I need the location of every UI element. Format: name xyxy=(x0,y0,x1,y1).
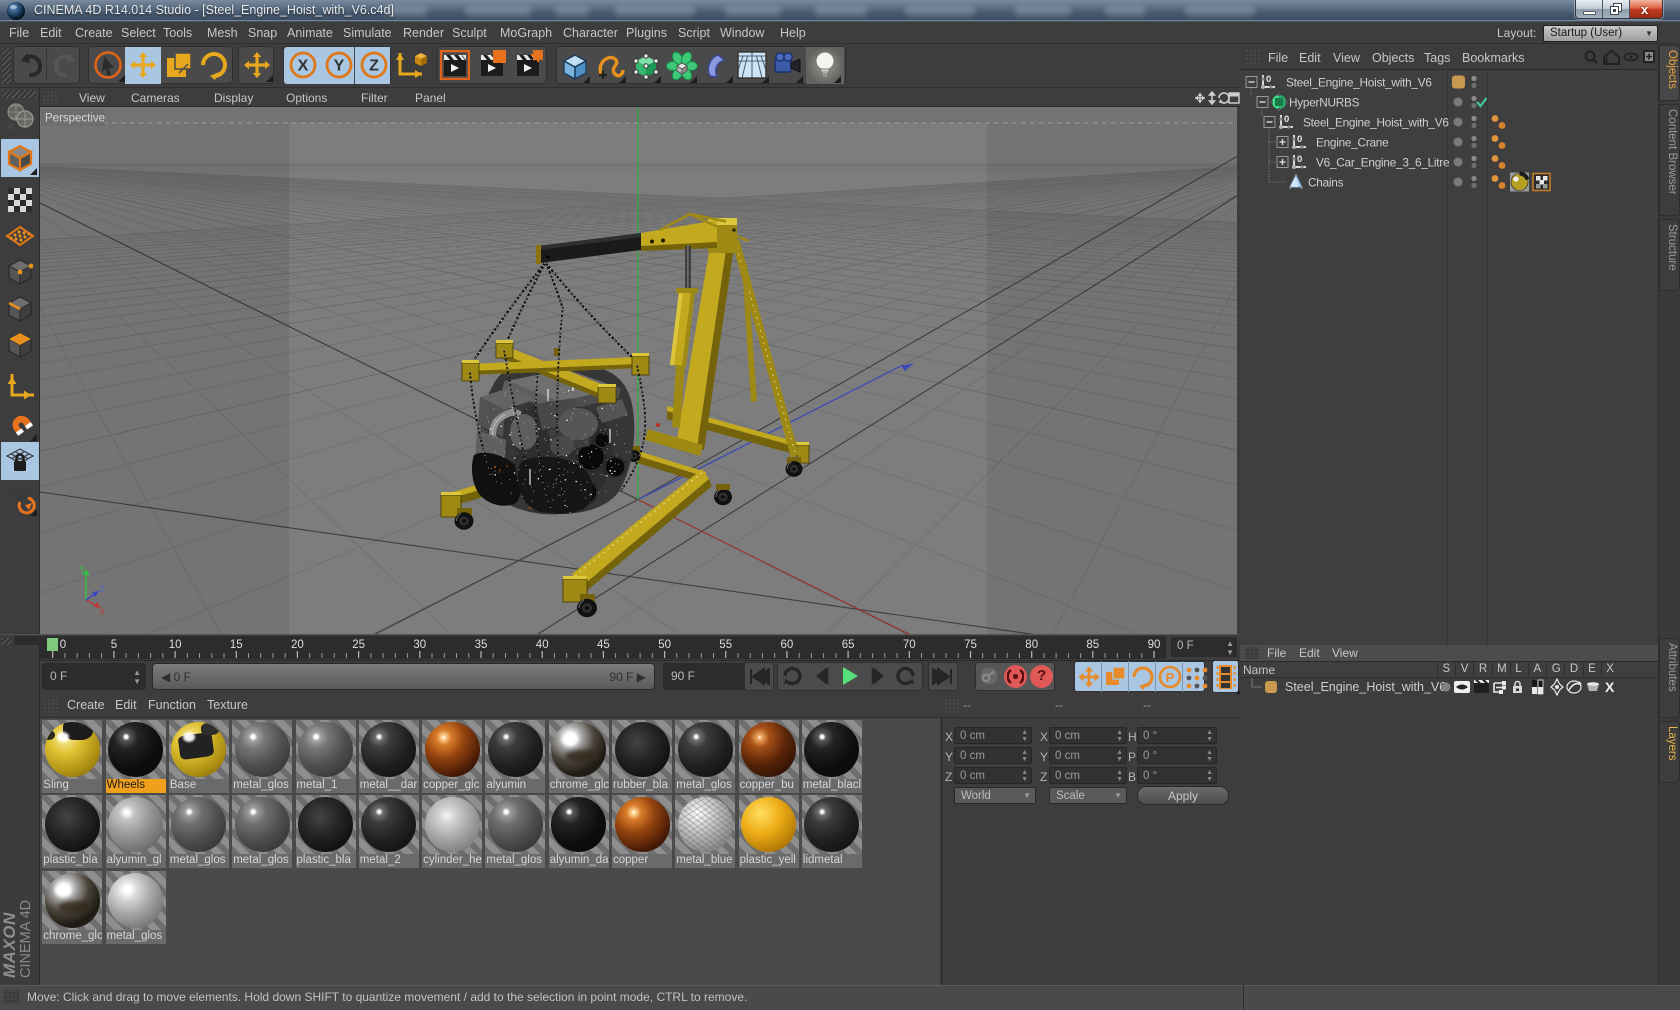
svg-text:10: 10 xyxy=(169,639,182,651)
svg-text:0: 0 xyxy=(1266,74,1271,85)
svg-text:P: P xyxy=(1166,670,1175,685)
svg-text:35: 35 xyxy=(475,639,488,651)
svg-text:70: 70 xyxy=(903,639,916,651)
svg-text:65: 65 xyxy=(842,639,855,651)
svg-text:50: 50 xyxy=(658,639,671,651)
svg-text:0: 0 xyxy=(1297,134,1302,145)
svg-text:40: 40 xyxy=(536,639,549,651)
svg-text:Steel_Engine_Hoist_with_V6: Steel_Engine_Hoist_with_V6 xyxy=(1285,680,1446,694)
svg-text:X: X xyxy=(298,58,309,75)
svg-text:45: 45 xyxy=(597,639,610,651)
svg-text:Y: Y xyxy=(333,58,344,75)
svg-text:0: 0 xyxy=(60,639,66,651)
svg-text:80: 80 xyxy=(1025,639,1038,651)
svg-text:Y: Y xyxy=(79,564,85,574)
svg-text:Z: Z xyxy=(99,584,105,594)
svg-text:Steel_Engine_Hoist_with_V6: Steel_Engine_Hoist_with_V6 xyxy=(1303,116,1449,130)
svg-text:90: 90 xyxy=(1148,639,1161,651)
svg-text:Steel_Engine_Hoist_with_V6: Steel_Engine_Hoist_with_V6 xyxy=(1286,76,1432,90)
svg-text:Chains: Chains xyxy=(1308,176,1344,190)
svg-text:Perspective: Perspective xyxy=(45,113,105,125)
svg-text:0: 0 xyxy=(1297,154,1302,165)
svg-text:X: X xyxy=(99,607,105,617)
svg-text:Engine_Crane: Engine_Crane xyxy=(1316,136,1389,150)
svg-text:15: 15 xyxy=(230,639,243,651)
svg-text:85: 85 xyxy=(1086,639,1099,651)
svg-text:5: 5 xyxy=(111,639,117,651)
svg-text:V6_Car_Engine_3_6_Litre: V6_Car_Engine_3_6_Litre xyxy=(1316,156,1450,170)
svg-text:HyperNURBS: HyperNURBS xyxy=(1289,96,1360,110)
svg-text:75: 75 xyxy=(964,639,977,651)
svg-text:30: 30 xyxy=(413,639,426,651)
svg-text:0: 0 xyxy=(1284,114,1289,125)
svg-text:X: X xyxy=(1605,679,1615,695)
svg-text:Z: Z xyxy=(369,58,379,75)
svg-text:55: 55 xyxy=(719,639,732,651)
svg-text:60: 60 xyxy=(781,639,794,651)
svg-text:20: 20 xyxy=(291,639,304,651)
svg-text:25: 25 xyxy=(352,639,365,651)
